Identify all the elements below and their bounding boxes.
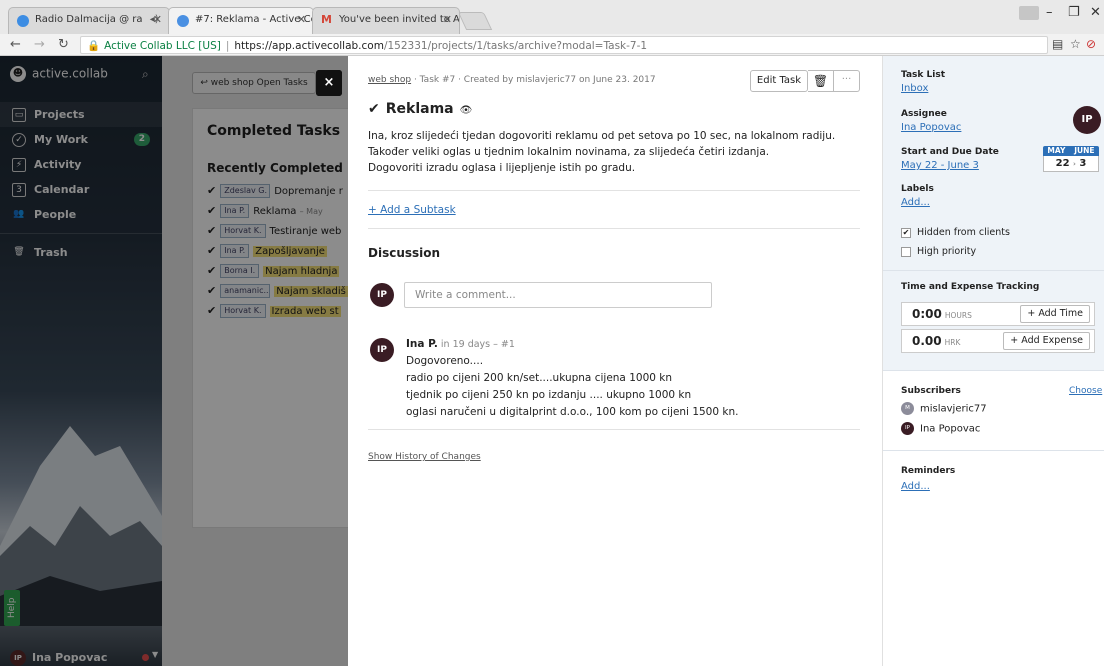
comment-author-avatar: IP [370,338,394,362]
ellipsis-icon: ··· [841,74,852,85]
radio-favicon-icon [17,15,29,27]
task-title: ✔ Reklama 👁 [368,101,473,117]
expense-tracker: 0.00 HRK + Add Expense [901,329,1095,353]
comment-author[interactable]: Ina P. [406,338,438,350]
breadcrumb: web shop · Task #7 · Created by mislavje… [368,75,656,85]
activecollab-favicon-icon [177,15,189,27]
arrow-right-icon: › [1073,160,1076,168]
more-options-button[interactable]: ··· [834,70,860,92]
adblock-icon[interactable]: ⊘ [1086,37,1096,51]
date-range-badge[interactable]: MAY JUNE 22 › 3 [1043,146,1099,172]
labels-label: Labels [901,184,934,194]
close-tab-icon[interactable]: ✕ [443,13,452,26]
divider [368,228,860,229]
add-time-button[interactable]: + Add Time [1020,305,1090,323]
subscribers-label: Subscribers [901,386,961,396]
reload-icon[interactable]: ↻ [58,37,69,52]
translate-icon[interactable]: ▤ [1052,37,1063,51]
tracking-title: Time and Expense Tracking [901,282,1040,292]
url-field[interactable]: 🔒 Active Collab LLC [US] | https://app.acti… [80,36,1048,54]
modal-backdrop[interactable] [0,56,348,666]
profile-button[interactable] [1019,6,1039,20]
subscriber-avatar: M [901,402,914,415]
subscriber-avatar: IP [901,422,914,435]
reminders-add-link[interactable]: Add... [901,481,930,492]
choose-subscribers-link[interactable]: Choose [1069,386,1102,396]
divider [883,370,1104,371]
back-icon[interactable]: ← [10,37,21,52]
subscriber-item: Mmislavjeric77 [901,402,987,415]
commenter-avatar: IP [370,283,394,307]
trash-task-button[interactable]: 🗑 [808,70,834,92]
hours-tracker: 0:00 HOURS + Add Time [901,302,1095,326]
breadcrumb-project-link[interactable]: web shop [368,75,411,85]
reminders-label: Reminders [901,466,956,476]
show-history-link[interactable]: Show History of Changes [368,452,481,462]
divider [883,450,1104,451]
checkbox-checked-icon: ✔ [901,227,911,238]
browser-tab-activecollab[interactable]: #7: Reklama - Active Coll ✕ [168,7,314,35]
task-list-label: Task List [901,70,946,80]
checkbox-empty-icon [901,246,911,257]
trash-icon: 🗑 [812,74,829,88]
address-bar: ← → ↻ 🔒 Active Collab LLC [US] | https://ap… [0,34,1104,56]
labels-add-link[interactable]: Add... [901,197,930,208]
high-priority-checkbox[interactable]: High priority [901,246,976,257]
subscriber-item: IP Ina Popovac [901,422,980,435]
restore-icon[interactable]: ❐ [1068,5,1080,20]
comment-input[interactable]: Write a comment... [404,282,712,308]
comment-meta: in 19 days – #1 [437,339,515,350]
close-window-icon[interactable]: ✕ [1090,5,1101,20]
close-tab-icon[interactable]: ✕ [297,13,306,26]
forward-icon[interactable]: → [34,37,45,52]
task-description: Ina, kroz slijedeći tjedan dogovoriti re… [368,130,836,174]
completed-check-icon[interactable]: ✔ [368,101,380,117]
hidden-eye-icon: 👁 [459,105,473,116]
browser-tab-gmail[interactable]: M You've been invited to A ✕ [312,7,460,34]
close-modal-x-button[interactable]: × [316,70,342,96]
edit-task-button[interactable]: Edit Task [750,70,808,92]
task-details-panel: Task List Inbox Assignee Ina Popovac IP … [882,56,1104,666]
assignee-label: Assignee [901,109,947,119]
add-expense-button[interactable]: + Add Expense [1003,332,1090,350]
divider [883,270,1104,271]
new-tab-button[interactable] [457,12,493,30]
add-subtask-link[interactable]: + Add a Subtask [368,204,456,216]
gmail-favicon-icon: M [321,13,332,26]
lock-icon: 🔒 [87,40,101,52]
minimize-icon[interactable]: – [1046,5,1053,20]
browser-tab-radio[interactable]: Radio Dalmacija @ ra ◂) ✕ [8,7,170,34]
dates-label: Start and Due Date [901,147,999,157]
assignee-avatar[interactable]: IP [1073,106,1101,134]
bookmark-star-icon[interactable]: ☆ [1070,37,1081,51]
assignee-link[interactable]: Ina Popovac [901,122,961,133]
dates-link[interactable]: May 22 - June 3 [901,160,979,171]
comment-item: Ina P. in 19 days – #1 Dogovoreno.... ra… [406,338,739,418]
discussion-heading: Discussion [368,246,441,260]
divider [368,190,860,191]
divider [368,429,860,430]
close-tab-icon[interactable]: ✕ [153,13,162,26]
browser-tab-bar: Radio Dalmacija @ ra ◂) ✕ #7: Reklama - … [0,0,1104,35]
task-modal: web shop · Task #7 · Created by mislavje… [348,56,882,666]
task-list-link[interactable]: Inbox [901,83,928,94]
hidden-from-clients-checkbox[interactable]: ✔ Hidden from clients [901,227,1010,238]
